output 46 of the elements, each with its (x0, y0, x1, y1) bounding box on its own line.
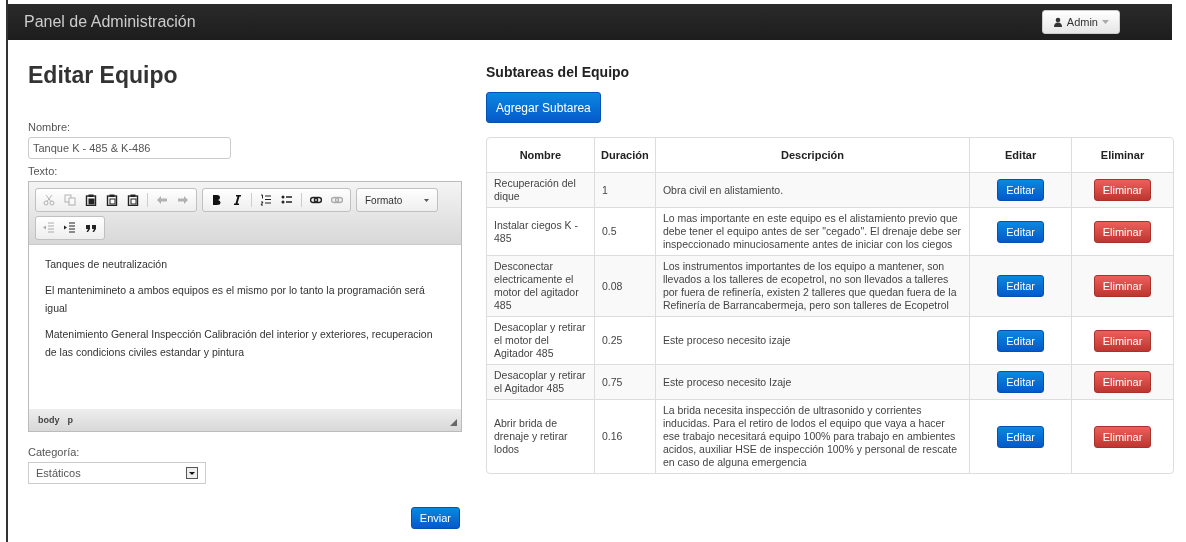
element-path-link[interactable]: body (38, 415, 60, 425)
delete-button[interactable]: Eliminar (1093, 220, 1152, 243)
table-cell: 1 (593, 172, 655, 207)
column-header: Nombre (518, 148, 563, 163)
delete-button[interactable]: Eliminar (1093, 275, 1152, 297)
table-cell: Los instrumentos importantes de los equipo a mantener, son llevados a los talleres de ecopetrol, no son llevados a talleres por fuera de refinería, existen 2 talleres que quedan fuera de la Refinería de Barrancabermeja, pero son talleres de Ecopetrol (654, 255, 970, 316)
table-cell: Recuperación del dique (487, 172, 594, 207)
add-subtask-button[interactable]: Agregar Subtarea (486, 92, 601, 123)
table-cell: La brida necesita inspección de ultrasonido y corrientes inducidas. Para el retiro de lodos el equipo que vaya a hacer ese trabajo necesitará equipo 100% para trabajo en ambientes acidos, auxiliar HSE de inspección 100% y personal de rescate en caso de alguna emergencia (654, 399, 970, 473)
field-label: Texto: (28, 165, 59, 177)
editor-paragraph: Tanques de neutralización (45, 257, 168, 272)
field-label: Nombre: (28, 121, 72, 133)
caret-icon (1102, 20, 1109, 24)
edit-button[interactable]: Editar (997, 275, 1044, 297)
table-cell: 0.75 (593, 364, 655, 399)
table-cell: Este proceso necesito Izaje (654, 364, 970, 399)
submit-button[interactable]: Enviar (410, 507, 460, 529)
table-cell: Obra civil en alistamiento. (654, 172, 970, 207)
delete-button[interactable]: Eliminar (1093, 371, 1152, 393)
element-path-link[interactable]: p (67, 415, 73, 425)
edit-button[interactable]: Editar (997, 329, 1044, 352)
user-icon (1052, 17, 1063, 27)
section-title: Subtareas del Equipo (486, 64, 631, 80)
delete-button[interactable]: Eliminar (1093, 425, 1152, 448)
delete-button[interactable]: Eliminar (1093, 329, 1152, 352)
edit-button[interactable]: Editar (997, 179, 1044, 201)
table-cell: 0.08 (593, 255, 655, 316)
table-cell: 0.16 (593, 399, 655, 473)
user-menu-button[interactable]: Admin (1041, 10, 1120, 34)
edit-button[interactable]: Editar (997, 425, 1044, 448)
edit-button[interactable]: Editar (997, 220, 1044, 243)
editor-paragraph: Matenimiento General Inspección Calibración del interior y exteriores, recuperacion de las condicions civiles estandar y pintura (45, 327, 434, 360)
format-dropdown[interactable]: Formato (356, 188, 438, 212)
table-cell: Abrir brida de drenaje y retirar lodos (487, 399, 594, 473)
resize-grip-icon[interactable] (450, 419, 457, 426)
name-field[interactable]: Tanque K - 485 & K-486 (28, 137, 231, 159)
table-cell: Desacoplar y retirar el Agitador 485 (487, 364, 594, 399)
table-cell: Desconectar electricamente el motor del agitador 485 (487, 255, 594, 316)
page-title: Editar Equipo (28, 62, 179, 89)
caret-icon (424, 198, 429, 202)
category-select[interactable]: Estáticos (28, 462, 206, 484)
field-label: Categoría: (28, 446, 81, 458)
editor-paragraph: El mantenimineto a ambos equipos es el mismo por lo tanto la programación será igual (45, 283, 426, 316)
brand-link[interactable]: Panel de Administración (24, 13, 196, 31)
edit-button[interactable]: Editar (997, 371, 1044, 393)
delete-button[interactable]: Eliminar (1093, 179, 1152, 201)
